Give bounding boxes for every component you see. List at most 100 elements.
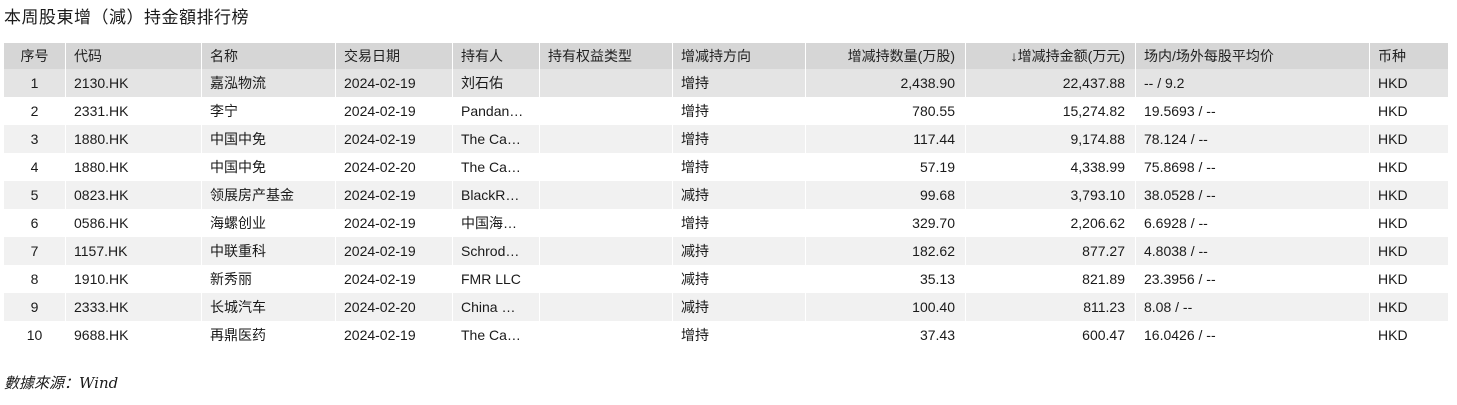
cell-code: 1880.HK [65,125,202,153]
cell-avg-price: 23.3956 / -- [1135,265,1370,293]
cell-holder: The Ca… [452,321,540,349]
cell-holder: Pandan… [452,97,540,125]
cell-date: 2024-02-19 [335,237,453,265]
cell-direction: 增持 [672,69,806,97]
cell-currency: HKD [1369,69,1448,97]
cell-holder: 刘石佑 [452,69,540,97]
cell-amount: 821.89 [965,265,1136,293]
table-row[interactable]: 7 1157.HK 中联重科 2024-02-19 Schrod… 减持 182.62 877… [3,237,1448,265]
cell-name: 李宁 [201,97,336,125]
cell-equity-type [539,181,673,209]
header-index[interactable]: 序号 [3,43,66,69]
cell-code: 2331.HK [65,97,202,125]
cell-date: 2024-02-19 [335,181,453,209]
cell-direction: 减持 [672,293,806,321]
cell-direction: 增持 [672,125,806,153]
table-body: 1 2130.HK 嘉泓物流 2024-02-19 刘石佑 增持 2,438.90 22,43… [3,69,1448,349]
cell-amount: 600.47 [965,321,1136,349]
header-date[interactable]: 交易日期 [335,43,453,69]
cell-currency: HKD [1369,209,1448,237]
cell-holder: China … [452,293,540,321]
cell-avg-price: 19.5693 / -- [1135,97,1370,125]
header-equity-type[interactable]: 持有权益类型 [539,43,673,69]
cell-index: 3 [3,125,66,153]
cell-quantity: 780.55 [805,97,966,125]
cell-amount: 15,274.82 [965,97,1136,125]
cell-avg-price: 16.0426 / -- [1135,321,1370,349]
cell-name: 再鼎医药 [201,321,336,349]
source-note: 數據來源：Wind [4,374,119,392]
cell-equity-type [539,69,673,97]
cell-quantity: 2,438.90 [805,69,966,97]
cell-amount: 877.27 [965,237,1136,265]
cell-equity-type [539,125,673,153]
cell-avg-price: -- / 9.2 [1135,69,1370,97]
cell-currency: HKD [1369,293,1448,321]
holdings-table-container: 序号 代码 名称 交易日期 持有人 持有权益类型 增减持方向 增减持数量(万股)… [3,43,1448,349]
cell-direction: 增持 [672,209,806,237]
table-row[interactable]: 3 1880.HK 中国中免 2024-02-19 The Ca… 增持 117.44 9,1… [3,125,1448,153]
table-row[interactable]: 6 0586.HK 海螺创业 2024-02-19 中国海… 增持 329.70 2,206.… [3,209,1448,237]
cell-equity-type [539,237,673,265]
cell-currency: HKD [1369,181,1448,209]
cell-holder: BlackR… [452,181,540,209]
cell-quantity: 182.62 [805,237,966,265]
cell-currency: HKD [1369,265,1448,293]
table-row[interactable]: 9 2333.HK 长城汽车 2024-02-20 China … 减持 100.40 811… [3,293,1448,321]
cell-holder: FMR LLC [452,265,540,293]
cell-name: 领展房产基金 [201,181,336,209]
cell-date: 2024-02-19 [335,209,453,237]
cell-amount: 3,793.10 [965,181,1136,209]
header-amount-sorted[interactable]: ↓增减持金额(万元) [965,43,1136,69]
header-quantity[interactable]: 增减持数量(万股) [805,43,966,69]
cell-equity-type [539,321,673,349]
cell-equity-type [539,209,673,237]
table-row[interactable]: 8 1910.HK 新秀丽 2024-02-19 FMR LLC 减持 35.13 821.8… [3,265,1448,293]
cell-holder: The Ca… [452,125,540,153]
header-holder[interactable]: 持有人 [452,43,540,69]
table-row[interactable]: 1 2130.HK 嘉泓物流 2024-02-19 刘石佑 增持 2,438.90 22,43… [3,69,1448,97]
cell-date: 2024-02-19 [335,321,453,349]
cell-quantity: 37.43 [805,321,966,349]
cell-index: 5 [3,181,66,209]
table-row[interactable]: 10 9688.HK 再鼎医药 2024-02-19 The Ca… 增持 37.43 600… [3,321,1448,349]
cell-index: 8 [3,265,66,293]
header-name[interactable]: 名称 [201,43,336,69]
cell-date: 2024-02-19 [335,125,453,153]
cell-equity-type [539,265,673,293]
cell-amount: 22,437.88 [965,69,1136,97]
cell-index: 9 [3,293,66,321]
cell-equity-type [539,153,673,181]
cell-direction: 减持 [672,265,806,293]
cell-direction: 增持 [672,321,806,349]
table-row[interactable]: 4 1880.HK 中国中免 2024-02-20 The Ca… 增持 57.19 4,33… [3,153,1448,181]
header-direction[interactable]: 增减持方向 [672,43,806,69]
cell-equity-type [539,293,673,321]
cell-code: 0823.HK [65,181,202,209]
cell-code: 2130.HK [65,69,202,97]
cell-amount: 811.23 [965,293,1136,321]
header-code[interactable]: 代码 [65,43,202,69]
cell-currency: HKD [1369,321,1448,349]
cell-avg-price: 78.124 / -- [1135,125,1370,153]
cell-direction: 增持 [672,97,806,125]
cell-code: 0586.HK [65,209,202,237]
cell-direction: 减持 [672,181,806,209]
cell-index: 6 [3,209,66,237]
cell-quantity: 100.40 [805,293,966,321]
cell-avg-price: 4.8038 / -- [1135,237,1370,265]
cell-date: 2024-02-19 [335,265,453,293]
cell-quantity: 99.68 [805,181,966,209]
cell-holder: Schrod… [452,237,540,265]
cell-amount: 2,206.62 [965,209,1136,237]
cell-amount: 4,338.99 [965,153,1136,181]
cell-name: 中国中免 [201,153,336,181]
table-row[interactable]: 2 2331.HK 李宁 2024-02-19 Pandan… 增持 780.55 15,27… [3,97,1448,125]
header-currency[interactable]: 币种 [1369,43,1448,69]
table-row[interactable]: 5 0823.HK 领展房产基金 2024-02-19 BlackR… 减持 99.68 3,… [3,181,1448,209]
header-avg-price[interactable]: 场内/场外每股平均价 [1135,43,1370,69]
cell-currency: HKD [1369,237,1448,265]
holdings-table: 序号 代码 名称 交易日期 持有人 持有权益类型 增减持方向 增减持数量(万股)… [3,43,1448,349]
cell-name: 中联重科 [201,237,336,265]
cell-quantity: 117.44 [805,125,966,153]
